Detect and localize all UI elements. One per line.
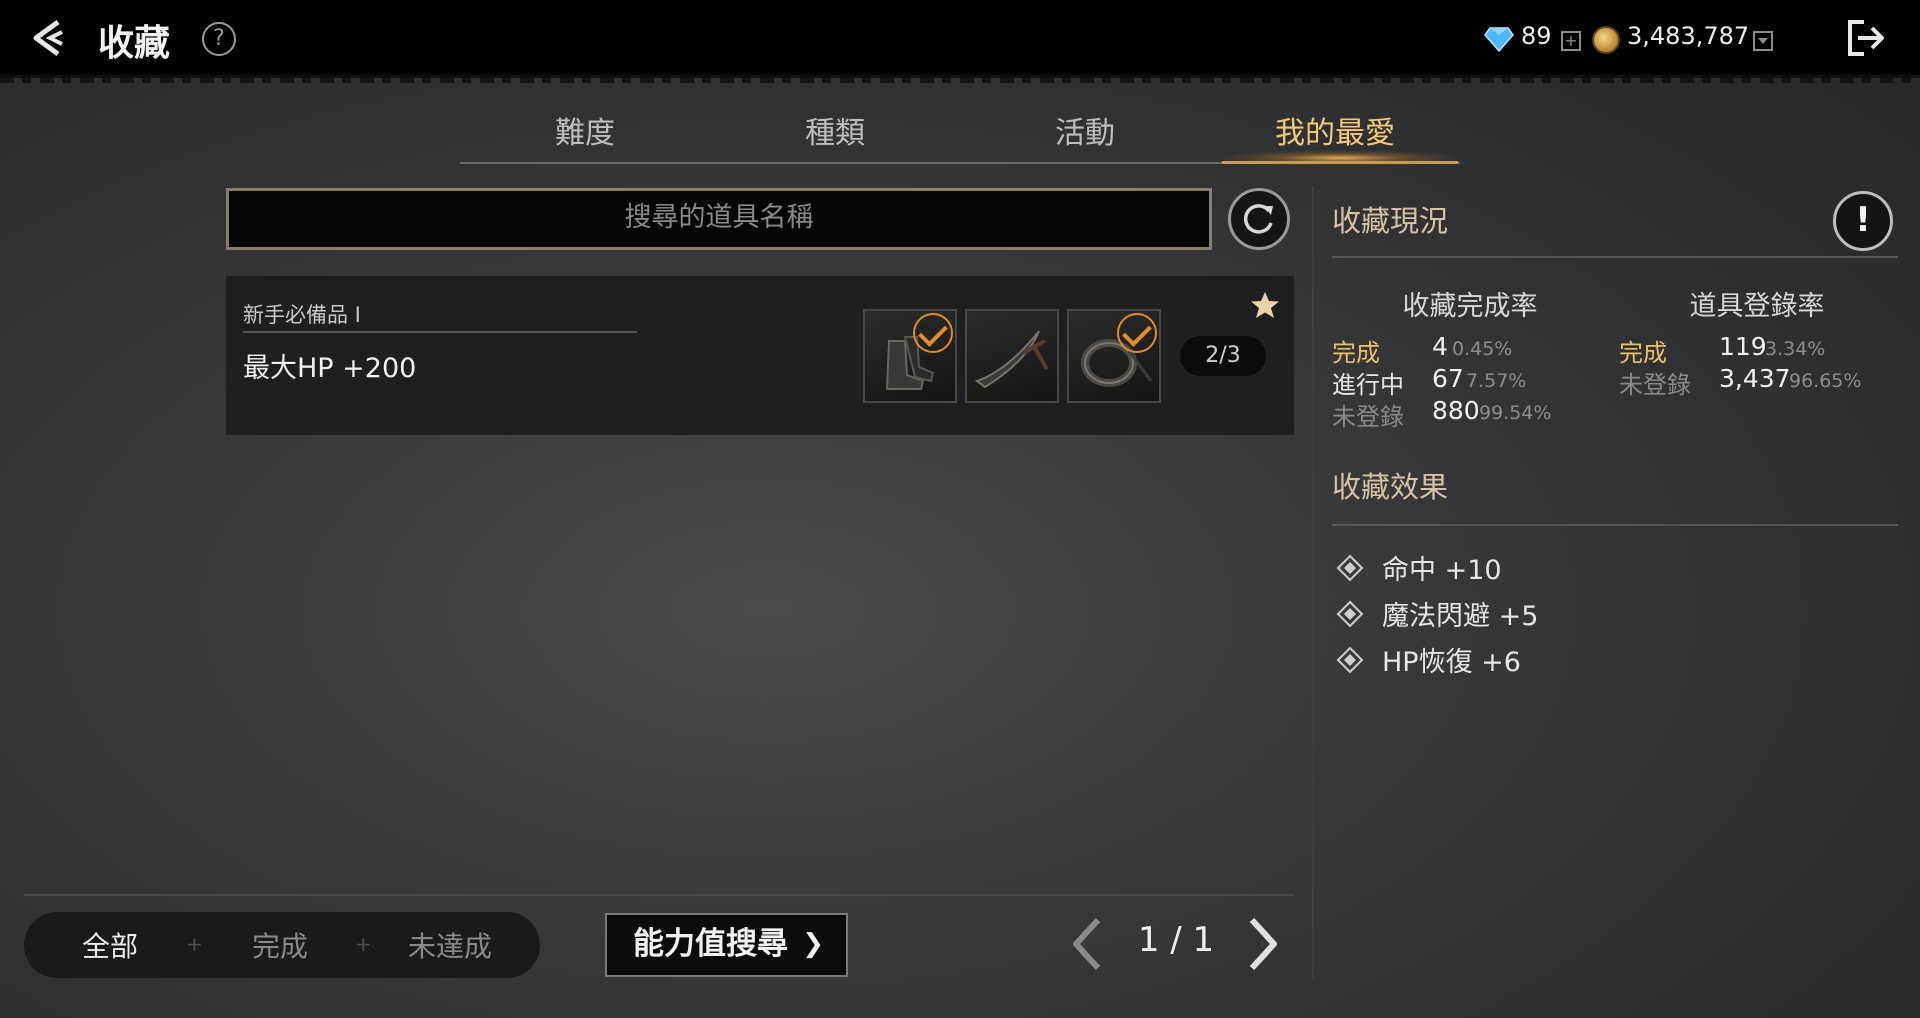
filter-separator-icon: + (355, 932, 372, 956)
item-divider (243, 331, 637, 333)
info-icon[interactable]: ! (1833, 191, 1893, 251)
currency-dropdown-icon[interactable] (1753, 31, 1773, 51)
chevron-right-icon: ❯ (802, 929, 824, 959)
completion-unregistered-value: 880 (1432, 396, 1480, 425)
diamond-bullet-icon (1336, 554, 1364, 582)
item-slot-boots[interactable] (863, 309, 957, 403)
gem-icon (1484, 27, 1514, 52)
effect-text: 魔法閃避 +5 (1382, 601, 1539, 632)
collected-check-icon (1117, 313, 1157, 353)
exit-icon[interactable] (1844, 18, 1888, 58)
registration-rate-title: 道具登錄率 (1689, 291, 1825, 322)
gold-count: 3,483,787 (1627, 22, 1750, 50)
diamond-bullet-icon (1336, 646, 1364, 674)
diamond-bullet-icon (1336, 600, 1364, 628)
effect-text: 命中 +10 (1382, 555, 1502, 586)
stat-search-label: 能力值搜尋 (633, 926, 788, 962)
effects-title: 收藏效果 (1332, 470, 1449, 504)
filter-incomplete[interactable]: 未達成 (408, 925, 492, 965)
back-arrow-icon[interactable] (28, 16, 72, 60)
collected-check-icon (913, 313, 953, 353)
completion-done-pct: 0.45% (1452, 338, 1513, 360)
completion-unregistered-label: 未登錄 (1332, 403, 1404, 431)
gold-coin-icon (1592, 26, 1620, 54)
filter-group: 全部 + 完成 + 未達成 (24, 912, 540, 978)
refresh-icon (1243, 204, 1273, 234)
registration-done-value: 119 (1719, 332, 1767, 361)
stat-search-button[interactable]: 能力值搜尋 ❯ (605, 913, 848, 977)
registration-done-label: 完成 (1619, 339, 1667, 367)
status-title: 收藏現況 (1332, 204, 1449, 238)
scimitar-icon (974, 330, 1049, 389)
list-item[interactable]: 新手必備品 I 最大HP +200 2/3 (226, 276, 1294, 435)
effects-divider (1332, 524, 1898, 526)
item-slot-scimitar[interactable] (965, 309, 1059, 403)
favorite-star-icon[interactable] (1250, 290, 1280, 320)
tab-difficulty[interactable]: 難度 (460, 108, 710, 152)
page-title: 收藏 (98, 23, 171, 64)
page-prev-icon[interactable] (1070, 916, 1106, 972)
registration-unregistered-value: 3,437 (1719, 364, 1791, 393)
item-category: 新手必備品 I (243, 303, 361, 327)
search-input[interactable]: 搜尋的道具名稱 (226, 188, 1212, 250)
registration-done-pct: 3.34% (1765, 338, 1826, 360)
add-gems-icon[interactable]: + (1561, 31, 1581, 51)
item-effect: 最大HP +200 (243, 353, 417, 384)
filter-separator-icon: + (186, 932, 203, 956)
filter-done[interactable]: 完成 (252, 925, 308, 965)
tab-event[interactable]: 活動 (960, 108, 1210, 152)
top-bar: 收藏 ? 89 + 3,483,787 (0, 0, 1920, 83)
refresh-button[interactable] (1228, 188, 1290, 250)
completion-progress-pct: 7.57% (1466, 370, 1527, 392)
tab-type[interactable]: 種類 (710, 108, 960, 152)
completion-progress-value: 67 (1432, 364, 1464, 393)
completion-done-value: 4 (1432, 332, 1448, 361)
page-indicator: 1 / 1 (1137, 920, 1215, 960)
item-slot-ring[interactable] (1067, 309, 1161, 403)
bottom-divider (24, 894, 1294, 896)
completion-rate-title: 收藏完成率 (1402, 291, 1538, 322)
status-divider (1332, 256, 1898, 258)
active-tab-underline (1222, 161, 1458, 164)
collection-count-badge: 2/3 (1180, 336, 1266, 376)
help-icon[interactable]: ? (202, 22, 236, 56)
gem-count: 89 (1521, 22, 1552, 50)
completion-unregistered-pct: 99.54% (1479, 402, 1552, 424)
filter-all[interactable]: 全部 (82, 925, 138, 965)
panel-divider (1312, 186, 1314, 980)
page-next-icon[interactable] (1244, 916, 1280, 972)
effect-text: HP恢復 +6 (1382, 647, 1521, 678)
tab-favorites[interactable]: 我的最愛 (1210, 108, 1460, 152)
registration-unregistered-pct: 96.65% (1789, 370, 1862, 392)
completion-done-label: 完成 (1332, 339, 1380, 367)
registration-unregistered-label: 未登錄 (1619, 371, 1691, 399)
completion-progress-label: 進行中 (1332, 371, 1404, 399)
